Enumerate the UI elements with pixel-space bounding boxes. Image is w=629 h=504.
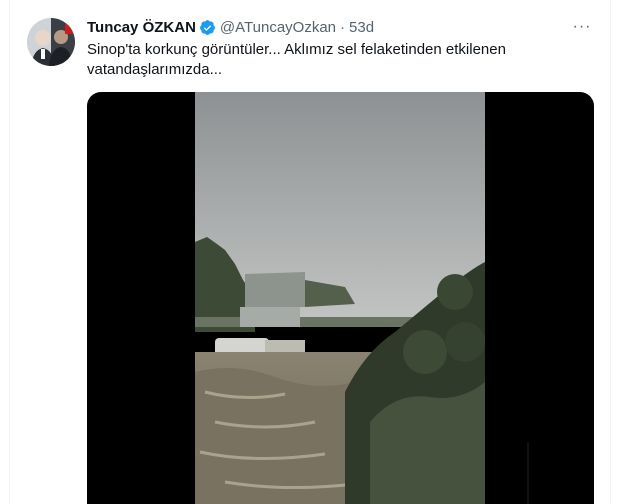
video-scrub-marker (527, 442, 529, 504)
tweet[interactable]: Tuncay ÖZKAN @ATuncayOzkan · 53d ··· Sin… (0, 0, 610, 504)
video-frame (195, 92, 485, 504)
more-horizontal-icon[interactable]: ··· (572, 17, 592, 37)
avatar[interactable] (27, 18, 75, 66)
tweet-timestamp[interactable]: 53d (349, 19, 374, 36)
tweet-text: Sinop'ta korkunç görüntüler... Aklımız s… (87, 41, 506, 78)
separator-dot: · (340, 18, 346, 36)
verified-badge-icon (199, 19, 216, 36)
timeline-border-right (610, 0, 611, 504)
author-name[interactable]: Tuncay ÖZKAN (87, 19, 196, 36)
tweet-video[interactable] (87, 92, 594, 504)
author-handle[interactable]: @ATuncayOzkan (220, 19, 336, 36)
tweet-header: Tuncay ÖZKAN @ATuncayOzkan · 53d (87, 17, 374, 37)
